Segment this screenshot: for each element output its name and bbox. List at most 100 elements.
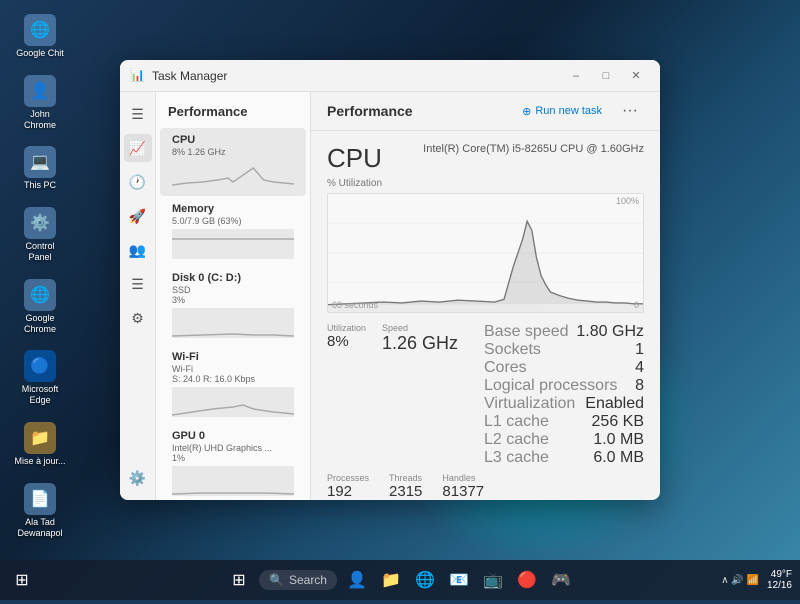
john-icon: 👤 (24, 75, 56, 107)
folder-label: Mise à jour... (14, 456, 65, 467)
perf-item-disk-name: Disk 0 (C: D:) (172, 272, 241, 284)
tm-sidebar: ☰ 📈 🕐 🚀 👥 ☰ ⚙ ⚙️ (120, 92, 156, 500)
graph-label-60s: 60 seconds (332, 300, 378, 310)
perf-item-wifi-detail: Wi-FiS: 24.0 R: 16.0 Kbps (172, 364, 294, 384)
date: 12/16 (767, 580, 792, 591)
cpu-header-row: CPU Intel(R) Core(TM) i5-8265U CPU @ 1.6… (327, 143, 644, 174)
desktop-icon-folder[interactable]: 📁 Mise à jour... (10, 418, 70, 471)
taskbar-right: ∧ 🔊 📶 49°F 12/16 (721, 569, 792, 591)
spec-l2-key: L2 cache (484, 431, 549, 449)
graph-label-100: 100% (616, 196, 639, 206)
system-tray[interactable]: ∧ 🔊 📶 (721, 575, 759, 586)
spec-l2-val: 1.0 MB (593, 431, 644, 449)
desktop-icon-chrome2[interactable]: 🌐 Google Chrome (10, 275, 70, 339)
media-icon[interactable]: 📺 (479, 566, 507, 594)
netflix-icon[interactable]: 🔴 (513, 566, 541, 594)
thispc-label: This PC (24, 180, 56, 191)
nav-details-icon[interactable]: ☰ (124, 270, 152, 298)
game-icon[interactable]: 🎮 (547, 566, 575, 594)
file-explorer-icon[interactable]: 📁 (377, 566, 405, 594)
perf-item-gpu-detail: Intel(R) UHD Graphics ...1% (172, 443, 294, 463)
spec-logical: Logical processors 8 (484, 377, 644, 395)
spec-sockets: Sockets 1 (484, 341, 644, 359)
processes-value: 192 (327, 483, 369, 500)
desktop-icon-doc[interactable]: 📄 Ala Tad Dewanapol (10, 479, 70, 543)
spec-base-speed-key: Base speed (484, 323, 569, 341)
close-button[interactable]: ✕ (622, 64, 650, 88)
tm-right-panel: Performance ⊕ Run new task ··· CPU Intel… (311, 92, 660, 500)
spec-l1-val: 256 KB (592, 413, 644, 431)
edge-icon: 🔵 (24, 350, 56, 382)
desktop-icon-control-panel[interactable]: ⚙️ Control Panel (10, 203, 70, 267)
utilization-value: 8% (327, 333, 366, 350)
perf-item-memory-name: Memory (172, 203, 214, 215)
task-view-icon[interactable]: 👤 (343, 566, 371, 594)
thispc-icon: 💻 (24, 146, 56, 178)
perf-item-wifi-header: Wi-Fi (172, 351, 294, 363)
search-bar[interactable]: 🔍 Search (259, 570, 337, 590)
taskbar-center: ⊞ 🔍 Search 👤 📁 🌐 📧 📺 🔴 🎮 (225, 566, 575, 594)
nav-settings-icon[interactable]: ⚙️ (124, 464, 152, 492)
perf-item-disk[interactable]: Disk 0 (C: D:) SSD3% (160, 266, 306, 344)
maximize-button[interactable]: □ (592, 64, 620, 88)
perf-item-cpu-header: CPU (172, 134, 294, 146)
stat-handles: Handles 81377 (442, 473, 484, 500)
start-menu-icon[interactable]: ⊞ (225, 566, 253, 594)
desktop-icon-edge[interactable]: 🔵 Microsoft Edge (10, 346, 70, 410)
spec-sockets-val: 1 (635, 341, 644, 359)
left-panel-header: Performance (156, 100, 310, 127)
gpu-mini-graph (172, 466, 294, 496)
spec-l3: L3 cache 6.0 MB (484, 449, 644, 467)
chrome-label: Google Chit (16, 48, 64, 59)
nav-services-icon[interactable]: ⚙ (124, 304, 152, 332)
search-label: Search (289, 573, 327, 587)
perf-item-cpu-detail: 8% 1.26 GHz (172, 147, 294, 157)
mail-icon[interactable]: 📧 (445, 566, 473, 594)
nav-hamburger-icon[interactable]: ☰ (124, 100, 152, 128)
edge-taskbar-icon[interactable]: 🌐 (411, 566, 439, 594)
spec-logical-val: 8 (635, 377, 644, 395)
controlpanel-icon: ⚙️ (24, 207, 56, 239)
desktop-icon-john[interactable]: 👤 John Chrome (10, 71, 70, 135)
spec-l3-val: 6.0 MB (593, 449, 644, 467)
wifi-mini-graph (172, 387, 294, 417)
minimize-button[interactable]: – (562, 64, 590, 88)
nav-performance-icon[interactable]: 📈 (124, 134, 152, 162)
nav-users-icon[interactable]: 👥 (124, 236, 152, 264)
right-panel-title: Performance (327, 103, 413, 119)
disk-mini-graph (172, 308, 294, 338)
temperature: 49°F (767, 569, 792, 580)
chrome2-label: Google Chrome (14, 313, 66, 335)
spec-l1-key: L1 cache (484, 413, 549, 431)
cpu-title: CPU (327, 143, 382, 174)
memory-mini-graph (172, 229, 294, 259)
nav-startup-icon[interactable]: 🚀 (124, 202, 152, 230)
spec-cores-key: Cores (484, 359, 527, 377)
graph-label-0: 0 (634, 300, 639, 310)
stat-speed: Speed 1.26 GHz (382, 323, 458, 354)
perf-item-memory[interactable]: Memory 5.0/7.9 GB (63%) (160, 197, 306, 265)
speed-label: Speed (382, 323, 458, 333)
spec-l3-key: L3 cache (484, 449, 549, 467)
tm-body: ☰ 📈 🕐 🚀 👥 ☰ ⚙ ⚙️ Performance CPU 8% 1 (120, 92, 660, 500)
run-task-button[interactable]: ⊕ Run new task (516, 101, 608, 122)
doc-label: Ala Tad Dewanapol (14, 517, 66, 539)
nav-history-icon[interactable]: 🕐 (124, 168, 152, 196)
start-button[interactable]: ⊞ (8, 566, 36, 594)
desktop-icon-this-pc[interactable]: 💻 This PC (10, 142, 70, 195)
spec-l2: L2 cache 1.0 MB (484, 431, 644, 449)
title-bar-left: 📊 Task Manager (130, 68, 227, 84)
more-options-button[interactable]: ··· (616, 100, 644, 122)
perf-item-wifi[interactable]: Wi-Fi Wi-FiS: 24.0 R: 16.0 Kbps (160, 345, 306, 423)
spec-base-speed-val: 1.80 GHz (576, 323, 644, 341)
tm-right-header: Performance ⊕ Run new task ··· (311, 92, 660, 131)
utilization-label: Utilization (327, 323, 366, 333)
chrome2-icon: 🌐 (24, 279, 56, 311)
perf-item-cpu[interactable]: CPU 8% 1.26 GHz (160, 128, 306, 196)
perf-item-gpu-name: GPU 0 (172, 430, 205, 442)
cpu-detail-area: CPU Intel(R) Core(TM) i5-8265U CPU @ 1.6… (311, 131, 660, 500)
spec-base-speed: Base speed 1.80 GHz (484, 323, 644, 341)
perf-item-gpu[interactable]: GPU 0 Intel(R) UHD Graphics ...1% (160, 424, 306, 500)
processes-label: Processes (327, 473, 369, 483)
desktop-icon-google-chrome[interactable]: 🌐 Google Chit (10, 10, 70, 63)
